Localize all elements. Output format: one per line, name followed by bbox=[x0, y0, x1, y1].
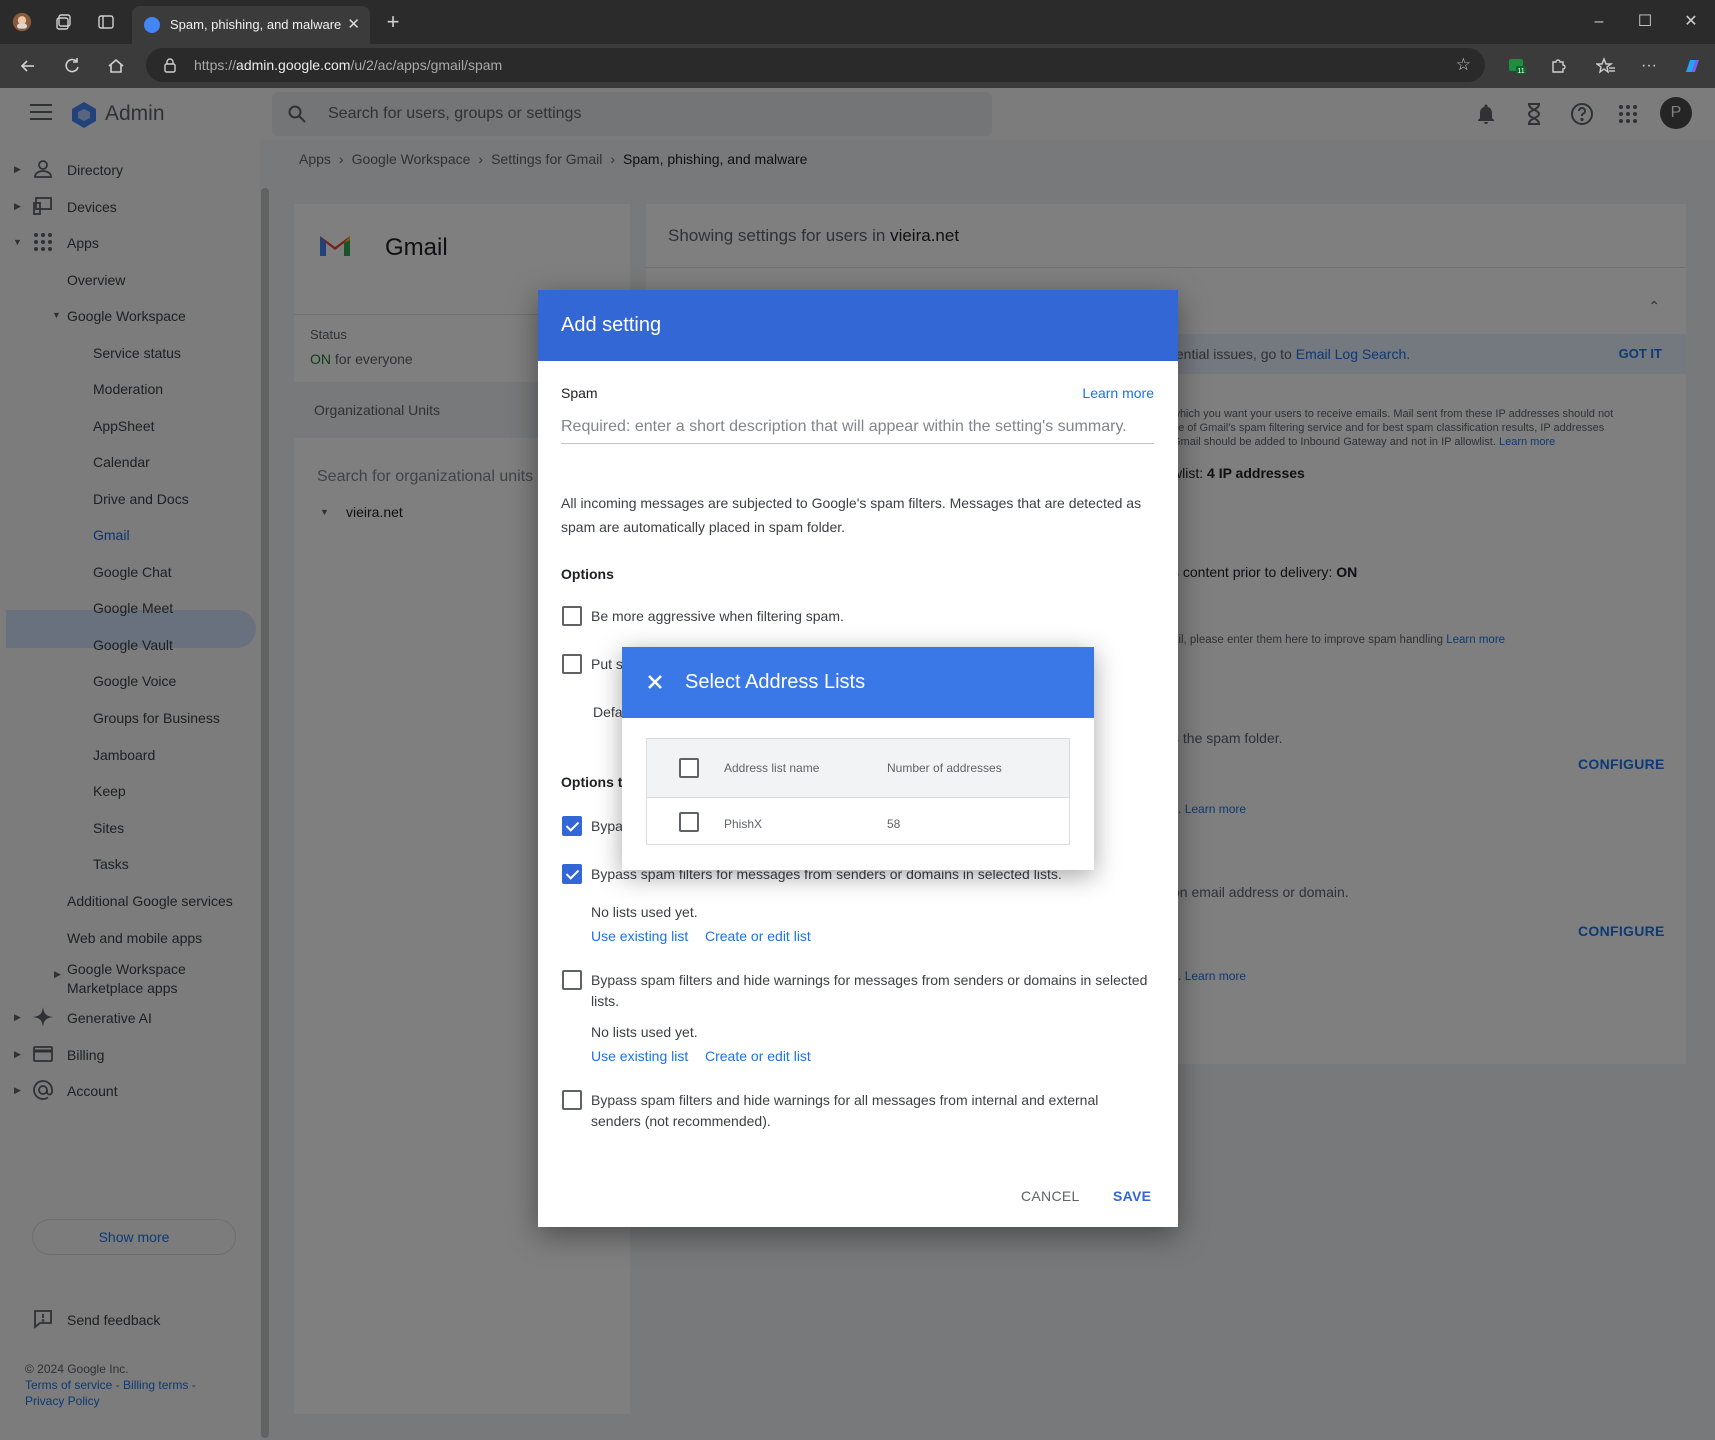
select-all-checkbox[interactable] bbox=[679, 758, 699, 778]
url-field[interactable]: https://admin.google.com/u/2/ac/apps/gma… bbox=[146, 48, 1485, 82]
favorites-icon[interactable] bbox=[1594, 54, 1618, 78]
address-bar: https://admin.google.com/u/2/ac/apps/gma… bbox=[0, 44, 1715, 88]
table-header: Address list name Number of addresses bbox=[647, 739, 1069, 798]
profile-avatar-icon[interactable] bbox=[10, 10, 34, 34]
select-address-lists-dialog: Select Address Lists Address list name N… bbox=[622, 647, 1094, 870]
column-address-list-name[interactable]: Address list name bbox=[724, 761, 819, 775]
use-existing-list-link[interactable]: Use existing list bbox=[591, 928, 688, 944]
address-list-name-cell: PhishX bbox=[724, 817, 763, 831]
workspaces-icon[interactable] bbox=[52, 10, 76, 34]
tab-title: Spam, phishing, and malware bbox=[170, 17, 342, 32]
lock-icon[interactable] bbox=[162, 57, 178, 73]
create-edit-list-link[interactable]: Create or edit list bbox=[705, 928, 811, 944]
bypass-selected-lists-checkbox[interactable] bbox=[562, 864, 582, 884]
spam-section-label: Spam bbox=[561, 385, 598, 401]
bypass-hide-warnings-label: Bypass spam filters and hide warnings fo… bbox=[591, 972, 1148, 1009]
no-lists-text: No lists used yet. bbox=[591, 904, 698, 920]
save-button[interactable]: SAVE bbox=[1113, 1188, 1151, 1204]
favorite-star-icon[interactable]: ☆ bbox=[1456, 55, 1471, 75]
window-close-icon[interactable]: ✕ bbox=[1679, 10, 1703, 34]
maximize-icon[interactable]: ☐ bbox=[1633, 10, 1657, 34]
back-icon[interactable] bbox=[16, 54, 40, 78]
extension-badge-icon[interactable]: 11 bbox=[1505, 54, 1529, 78]
extensions-puzzle-icon[interactable] bbox=[1546, 54, 1570, 78]
aggressive-filter-checkbox[interactable] bbox=[562, 606, 582, 626]
select-lists-title: Select Address Lists bbox=[685, 671, 866, 693]
aggressive-filter-label: Be more aggressive when filtering spam. bbox=[591, 608, 844, 624]
bypass-approved-checkbox[interactable] bbox=[562, 816, 582, 836]
row-checkbox[interactable] bbox=[679, 812, 699, 832]
url-text: https://admin.google.com/u/2/ac/apps/gma… bbox=[194, 57, 503, 73]
admin-favicon-icon bbox=[144, 17, 160, 33]
no-lists-text: No lists used yet. bbox=[591, 1024, 698, 1040]
bypass-hide-warnings-checkbox[interactable] bbox=[562, 970, 582, 990]
options-to-label: Options t bbox=[561, 774, 623, 790]
setting-description-input[interactable] bbox=[561, 410, 1154, 444]
spam-intro-text: All incoming messages are subjected to G… bbox=[561, 495, 1142, 535]
put-spam-label: Put s bbox=[591, 656, 623, 672]
tab-actions-icon[interactable] bbox=[94, 10, 118, 34]
minimize-icon[interactable]: – bbox=[1587, 10, 1611, 34]
column-number-of-addresses[interactable]: Number of addresses bbox=[887, 761, 1002, 775]
tab-close-icon[interactable]: ✕ bbox=[347, 15, 360, 33]
more-menu-icon[interactable]: ··· bbox=[1637, 54, 1661, 78]
options-label: Options bbox=[561, 566, 614, 582]
svg-text:11: 11 bbox=[1517, 68, 1524, 75]
create-edit-list-link[interactable]: Create or edit list bbox=[705, 1048, 811, 1064]
select-lists-header: Select Address Lists bbox=[622, 647, 1094, 718]
put-spam-checkbox[interactable] bbox=[562, 654, 582, 674]
learn-more-link[interactable]: Learn more bbox=[1082, 385, 1154, 401]
use-existing-list-link[interactable]: Use existing list bbox=[591, 1048, 688, 1064]
bypass-all-label: Bypass spam filters and hide warnings fo… bbox=[591, 1092, 1099, 1129]
home-icon[interactable] bbox=[104, 54, 128, 78]
copilot-icon[interactable] bbox=[1680, 54, 1704, 78]
cancel-button[interactable]: CANCEL bbox=[1021, 1188, 1080, 1204]
address-lists-table: Address list name Number of addresses Ph… bbox=[646, 738, 1070, 845]
add-setting-header: Add setting bbox=[538, 290, 1178, 361]
bypass-all-checkbox[interactable] bbox=[562, 1090, 582, 1110]
close-icon[interactable] bbox=[642, 669, 668, 695]
bypass-approved-label: Bypa bbox=[591, 818, 623, 834]
default-label: Defa bbox=[593, 704, 623, 720]
browser-tab-bar: Spam, phishing, and malware ✕ + – ☐ ✕ bbox=[0, 0, 1715, 44]
new-tab-icon[interactable]: + bbox=[381, 10, 405, 34]
tab-spam-phishing[interactable]: Spam, phishing, and malware ✕ bbox=[132, 6, 370, 44]
add-setting-title: Add setting bbox=[561, 314, 662, 336]
refresh-icon[interactable] bbox=[60, 54, 84, 78]
address-count-cell: 58 bbox=[887, 817, 901, 831]
